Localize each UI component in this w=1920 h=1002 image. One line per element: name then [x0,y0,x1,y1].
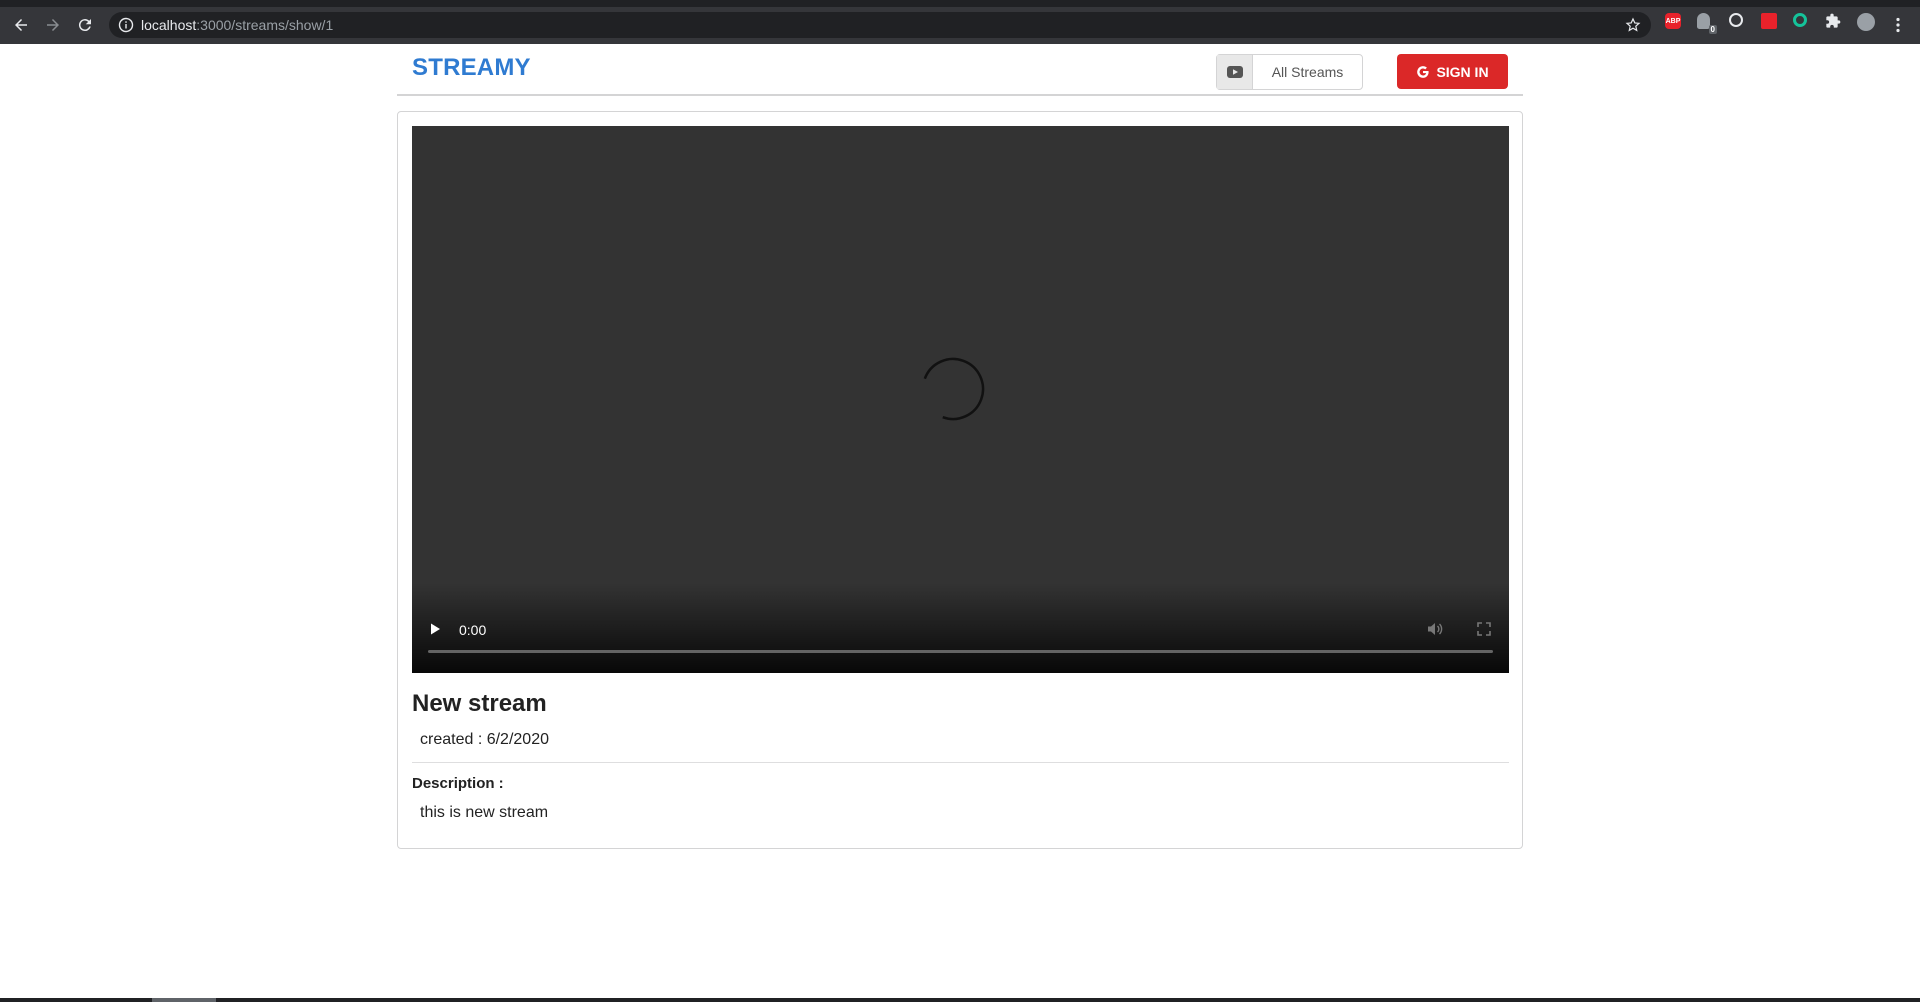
profile-avatar-icon[interactable] [1857,13,1875,31]
puzzle-icon[interactable] [1825,13,1841,29]
page: STREAMY All Streams SIGN IN 0:00 New str… [0,44,1920,998]
info-icon[interactable] [118,17,134,33]
url-text[interactable]: localhost:3000/streams/show/1 [141,17,333,33]
bottom-taskbar-strip [0,998,1920,1002]
description-label: Description : [412,775,504,792]
stream-title: New stream [412,690,547,717]
grammarly-icon[interactable] [1793,13,1807,27]
browser-menu-icon[interactable] [1896,17,1900,33]
sign-in-button[interactable]: SIGN IN [1397,54,1508,89]
site-header: STREAMY All Streams SIGN IN [397,44,1523,96]
play-icon[interactable] [426,620,444,638]
loading-spinner-icon [923,357,985,421]
stream-description: this is new stream [420,804,549,821]
google-icon [1417,65,1430,78]
video-time: 0:00 [459,622,487,638]
globe-extension-icon[interactable] [1729,13,1743,27]
stream-created-date: created : 6/2/2020 [420,731,549,748]
address-bar[interactable]: localhost:3000/streams/show/1 [109,12,1651,38]
back-arrow-icon [15,19,27,31]
divider [412,762,1509,763]
all-streams-label: All Streams [1271,64,1344,80]
forward-arrow-icon [47,19,59,31]
fullscreen-icon[interactable] [1475,620,1493,638]
gift-extension-icon[interactable] [1761,13,1777,29]
reload-icon [78,19,91,32]
mute-icon[interactable] [1426,620,1444,638]
ghostery-badge: 0 [1708,25,1717,34]
taskbar-indicator [152,998,216,1002]
sign-in-label: SIGN IN [1436,63,1489,80]
url-host: localhost [141,17,197,33]
brand-logo[interactable]: STREAMY [412,54,531,82]
youtube-icon [1226,66,1243,78]
all-streams-button[interactable]: All Streams [1216,54,1363,90]
video-player[interactable]: 0:00 [412,126,1509,673]
ghostery-icon[interactable]: 0 [1697,13,1717,34]
bookmark-star-icon[interactable] [1625,17,1641,33]
video-progress-bar[interactable] [428,650,1493,653]
browser-toolbar: localhost:3000/streams/show/1 ABP 0 [0,7,1920,44]
reload-button[interactable] [73,13,97,37]
browser-top-strip [0,0,1920,7]
back-button[interactable] [9,13,33,37]
stream-card: 0:00 New stream created : 6/2/2020 Descr… [397,111,1523,849]
forward-button[interactable] [41,13,65,37]
url-path: :3000/streams/show/1 [196,17,334,33]
youtube-icon-box [1217,55,1253,89]
video-controls-bar [412,583,1509,673]
adblock-plus-icon[interactable]: ABP [1665,13,1681,29]
